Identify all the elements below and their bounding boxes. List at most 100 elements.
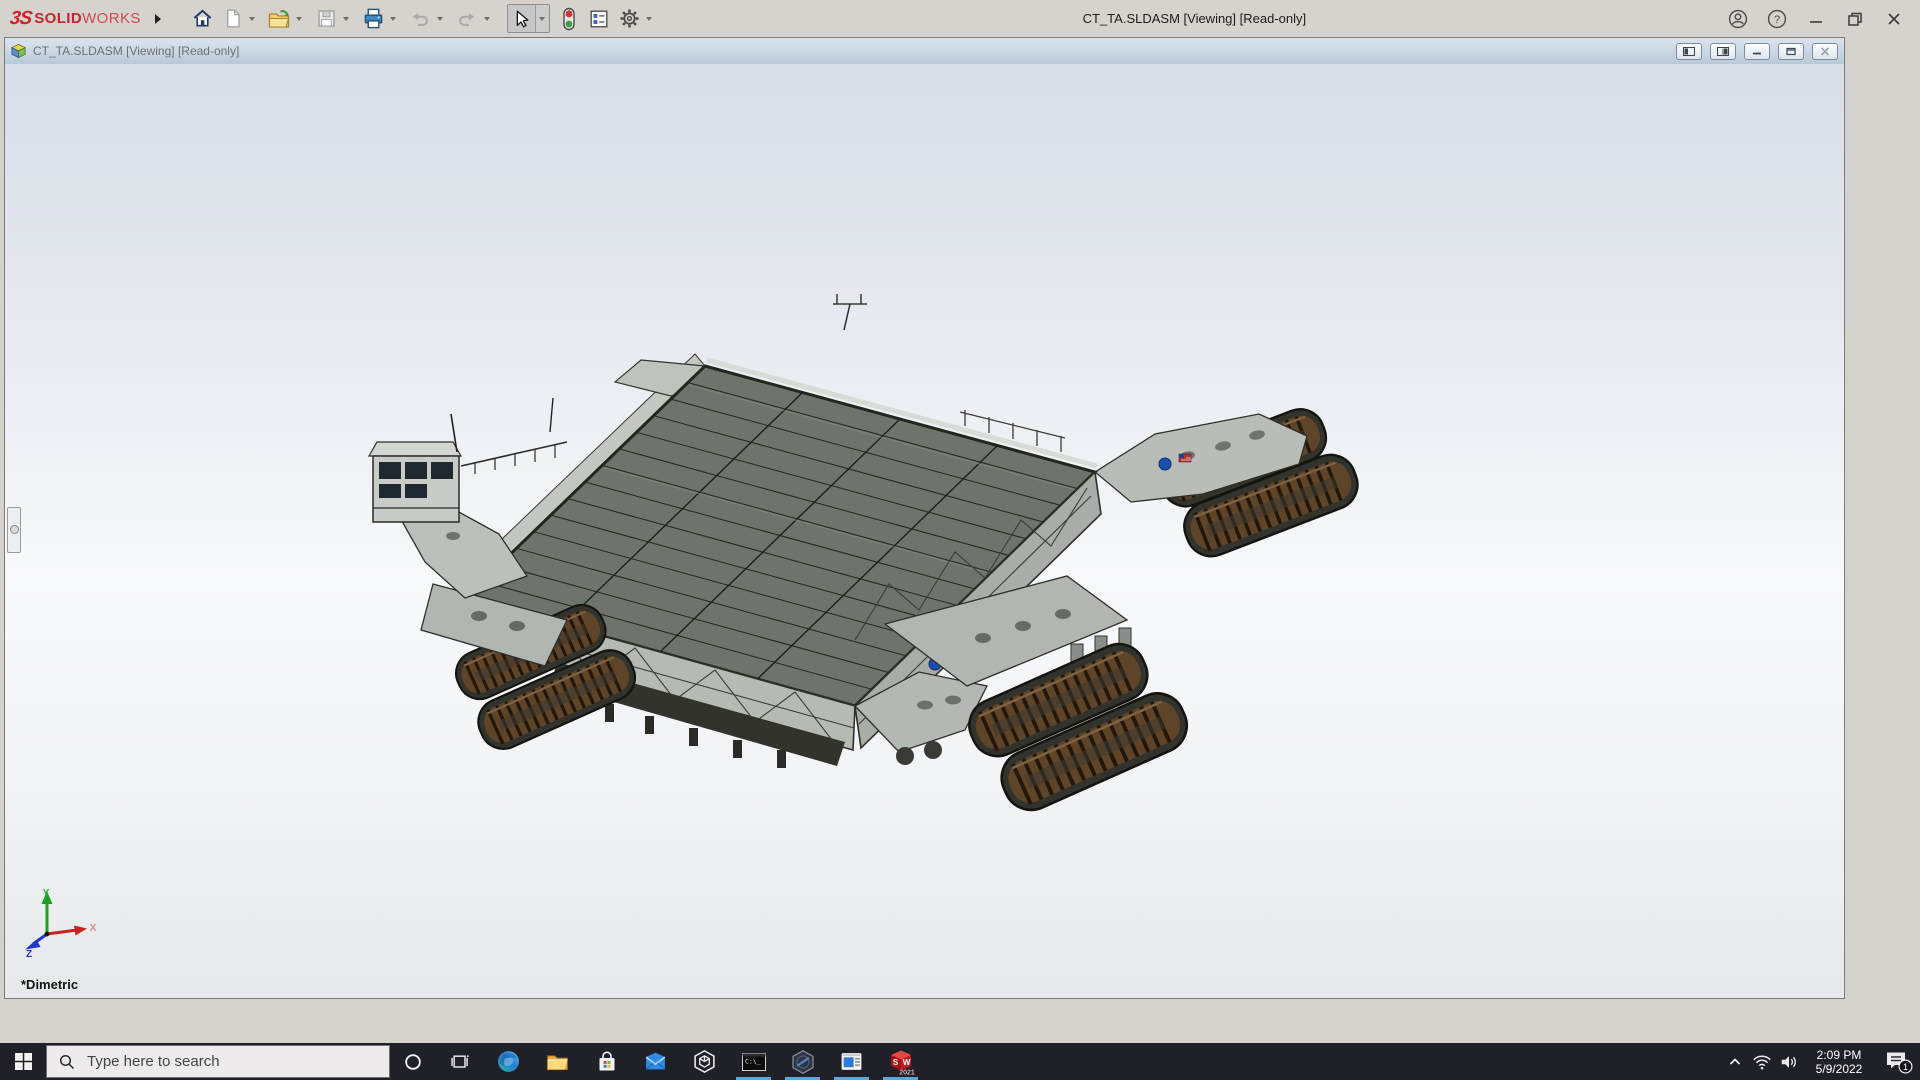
edrawings-icon	[790, 1049, 816, 1075]
notification-icon: 1	[1883, 1049, 1913, 1075]
open-dropdown[interactable]	[293, 5, 306, 32]
display-stoplight-button[interactable]	[556, 5, 583, 32]
doc-close-icon	[1819, 47, 1831, 56]
window-title: CT_TA.SLDASM [Viewing] [Read-only]	[663, 11, 1726, 26]
taskbar-app-3d-viewer[interactable]	[680, 1043, 729, 1080]
document-window: CT_TA.SLDASM [Viewing] [Read-only]	[4, 37, 1845, 999]
new-dropdown[interactable]	[246, 5, 259, 32]
window-controls: ?	[1726, 7, 1906, 31]
undo-button[interactable]	[407, 5, 434, 32]
close-button[interactable]	[1882, 7, 1906, 31]
gear-icon	[618, 7, 641, 30]
svg-text:S: S	[892, 1058, 898, 1067]
home-button[interactable]	[189, 5, 216, 32]
command-prompt-icon: C:\_	[741, 1050, 767, 1074]
edge-icon	[496, 1049, 521, 1074]
app-window-icon	[839, 1049, 864, 1074]
brand-solid: SOLID	[34, 10, 82, 27]
doc-minimize-button[interactable]	[1744, 43, 1770, 60]
pane-right-icon	[1717, 47, 1729, 56]
options-dropdown[interactable]	[643, 5, 656, 32]
print-icon	[362, 7, 385, 30]
undo-icon	[409, 8, 431, 30]
taskbar-clock[interactable]: 2:09 PM 5/9/2022	[1802, 1043, 1876, 1080]
save-button[interactable]	[313, 5, 340, 32]
graphics-viewport[interactable]: Y X Z *Dimetric	[5, 64, 1844, 998]
select-button[interactable]	[508, 5, 535, 32]
redo-button[interactable]	[454, 5, 481, 32]
redo-icon	[456, 8, 478, 30]
taskbar-app-edge[interactable]	[484, 1043, 533, 1080]
minimize-button[interactable]	[1804, 7, 1828, 31]
app-titlebar: 3S SOLID WORKS	[0, 0, 1920, 37]
svg-text:1: 1	[1903, 1062, 1908, 1072]
new-document-button[interactable]	[219, 5, 246, 32]
close-icon	[1884, 9, 1904, 29]
search-input[interactable]	[85, 1052, 359, 1071]
select-dropdown[interactable]	[535, 5, 549, 32]
tray-volume-button[interactable]	[1775, 1043, 1802, 1080]
redo-dropdown[interactable]	[481, 5, 494, 32]
save-dropdown[interactable]	[340, 5, 353, 32]
clock-time: 2:09 PM	[1817, 1048, 1862, 1062]
assembly-icon	[10, 43, 27, 59]
svg-text:2021: 2021	[899, 1069, 915, 1076]
restore-icon	[1845, 9, 1865, 29]
taskbar: C:\_ S W 2021	[0, 1043, 1920, 1080]
solidworks-2021-icon: S W 2021	[886, 1048, 916, 1076]
doc-restore-button[interactable]	[1778, 43, 1804, 60]
doc-restore-icon	[1785, 47, 1797, 56]
select-cursor-icon	[510, 8, 532, 30]
taskbar-app-command-prompt[interactable]: C:\_	[729, 1043, 778, 1080]
home-icon	[191, 7, 214, 30]
chevron-up-icon	[1727, 1054, 1743, 1070]
quick-toolbar	[189, 4, 663, 33]
restore-button[interactable]	[1843, 7, 1867, 31]
brand-works: WORKS	[82, 10, 141, 27]
pane-left-button[interactable]	[1676, 43, 1702, 60]
pane-right-button[interactable]	[1710, 43, 1736, 60]
taskbar-app-solidworks[interactable]: S W 2021	[876, 1043, 925, 1080]
view-orientation-label: *Dimetric	[21, 977, 78, 992]
options-button[interactable]	[616, 5, 643, 32]
svg-text:C:\_: C:\_	[745, 1057, 761, 1065]
account-icon	[1727, 8, 1749, 30]
crawler-transporter-model[interactable]	[5, 64, 1844, 998]
open-button[interactable]	[266, 5, 293, 32]
account-button[interactable]	[1726, 7, 1750, 31]
doc-close-button[interactable]	[1812, 43, 1838, 60]
document-titlebar[interactable]: CT_TA.SLDASM [Viewing] [Read-only]	[5, 38, 1844, 65]
help-icon: ?	[1766, 8, 1788, 30]
triad-z-label: Z	[26, 949, 32, 958]
tray-overflow-button[interactable]	[1721, 1043, 1748, 1080]
open-folder-icon	[267, 7, 291, 31]
print-dropdown[interactable]	[387, 5, 400, 32]
3d-viewer-icon	[692, 1049, 717, 1074]
taskbar-app-window[interactable]	[827, 1043, 876, 1080]
print-button[interactable]	[360, 5, 387, 32]
minimize-icon	[1806, 9, 1826, 29]
speaker-icon	[1779, 1053, 1799, 1071]
taskbar-app-mail[interactable]	[631, 1043, 680, 1080]
triad-x-label: X	[90, 923, 97, 934]
svg-text:?: ?	[1774, 14, 1780, 26]
taskbar-search[interactable]	[46, 1045, 390, 1078]
cortana-button[interactable]	[390, 1043, 436, 1080]
panel-expand-dot	[10, 525, 19, 534]
wifi-icon	[1752, 1053, 1772, 1071]
undo-dropdown[interactable]	[434, 5, 447, 32]
taskbar-app-store[interactable]	[582, 1043, 631, 1080]
store-icon	[595, 1050, 619, 1074]
reference-triad[interactable]: Y X Z	[21, 886, 99, 958]
featuremanager-collapsed-handle[interactable]	[7, 507, 21, 553]
property-form-button[interactable]	[586, 5, 613, 32]
help-button[interactable]: ?	[1765, 7, 1789, 31]
pane-left-icon	[1683, 47, 1695, 56]
action-center-button[interactable]: 1	[1876, 1043, 1920, 1080]
tray-network-button[interactable]	[1748, 1043, 1775, 1080]
toolbar-flyout-arrow[interactable]	[155, 14, 161, 24]
taskbar-app-edrawings[interactable]	[778, 1043, 827, 1080]
task-view-button[interactable]	[436, 1043, 484, 1080]
start-button[interactable]	[0, 1043, 46, 1080]
taskbar-app-file-explorer[interactable]	[533, 1043, 582, 1080]
